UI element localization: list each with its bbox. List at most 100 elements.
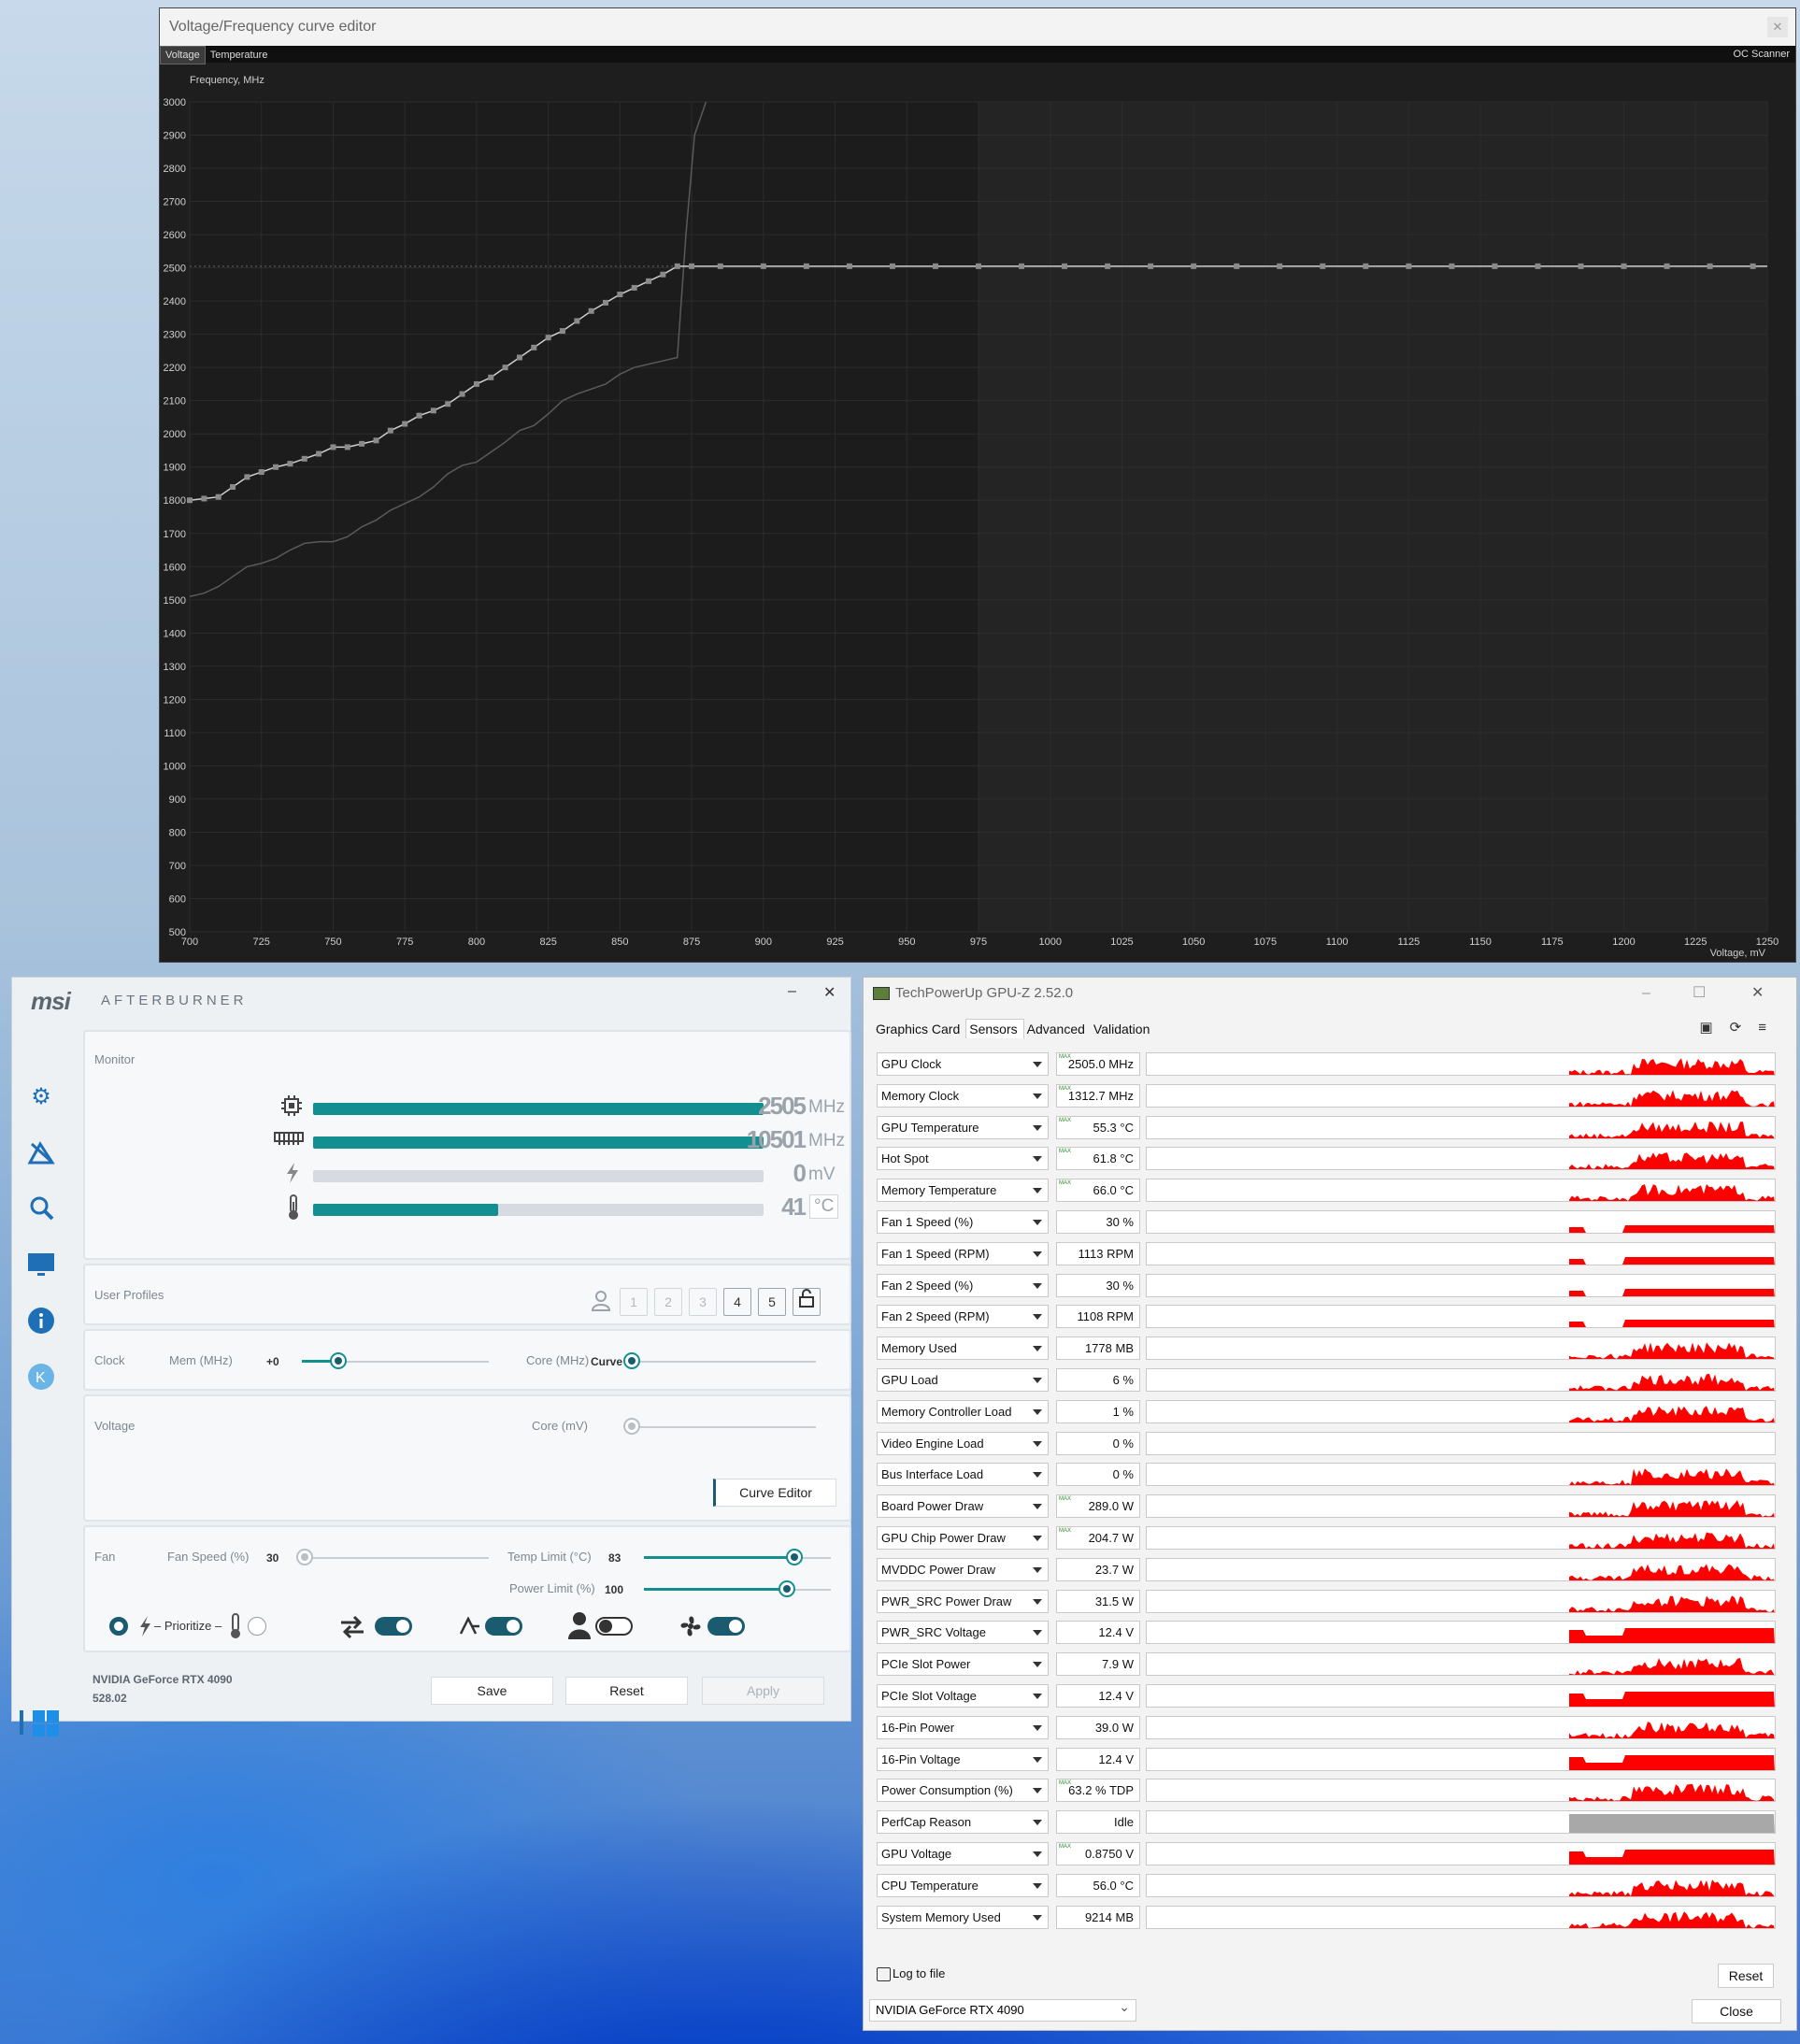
tab-temperature[interactable]: Temperature	[206, 47, 273, 64]
profile-slot-5[interactable]: 5	[758, 1288, 786, 1316]
temperature-unit-toggle[interactable]: °C	[809, 1194, 839, 1219]
vf-close-button[interactable]: ✕	[1767, 17, 1788, 37]
refresh-icon[interactable]: ⟳	[1730, 1020, 1759, 1036]
profile-slot-2[interactable]: 2	[654, 1288, 682, 1316]
device-select[interactable]: NVIDIA GeForce RTX 4090	[869, 1996, 1136, 2022]
max-badge: MAX	[1059, 1117, 1072, 1123]
reset-button[interactable]: Reset	[565, 1677, 688, 1705]
y-tick-label: 1300	[164, 662, 186, 673]
sensor-name-dropdown[interactable]: Memory Clock	[877, 1083, 1049, 1108]
sensor-value: 12.4 V	[1056, 1621, 1140, 1645]
sensor-name-dropdown[interactable]: Board Power Draw	[877, 1494, 1049, 1519]
gpuz-maximize-button[interactable]: ☐	[1693, 978, 1706, 1009]
oc-scanner-icon[interactable]	[26, 1138, 56, 1168]
sensor-name-dropdown[interactable]: GPU Voltage	[877, 1842, 1049, 1865]
monitor-icon[interactable]	[26, 1251, 56, 1280]
sensor-name-dropdown[interactable]: Hot Spot	[877, 1147, 1049, 1171]
prioritize-temp-radio[interactable]	[248, 1617, 266, 1636]
fan-toggle[interactable]	[707, 1617, 745, 1636]
gpuz-reset-button[interactable]: Reset	[1718, 1964, 1774, 1988]
sensor-sparkline	[1569, 1121, 1775, 1138]
mem-clock-slider[interactable]	[330, 1352, 347, 1369]
tab-voltage[interactable]: Voltage	[160, 46, 206, 64]
log-checkbox[interactable]	[877, 1967, 891, 1982]
sensor-value-text: 9214 MB	[1084, 1909, 1134, 1924]
power-limit-slider[interactable]	[779, 1580, 795, 1597]
sensor-name-dropdown[interactable]: System Memory Used	[877, 1905, 1049, 1929]
sensor-name-dropdown[interactable]: PWR_SRC Power Draw	[877, 1589, 1049, 1613]
sensor-value: MAX 66.0 °C	[1056, 1179, 1140, 1203]
x-tick-label: 750	[324, 936, 341, 948]
sensor-name-dropdown[interactable]: GPU Temperature	[877, 1115, 1049, 1139]
windows-start-icon[interactable]	[31, 1710, 61, 1740]
sensor-value-text: 1 %	[1112, 1404, 1134, 1419]
save-button[interactable]: Save	[431, 1677, 553, 1705]
gpuz-close-btn[interactable]: Close	[1692, 1999, 1781, 2023]
user-define-toggle[interactable]	[595, 1617, 633, 1636]
camera-icon[interactable]: ▣	[1699, 1020, 1729, 1036]
sensor-name-dropdown[interactable]: PerfCap Reason	[877, 1810, 1049, 1835]
gpuz-minimize-button[interactable]: –	[1642, 978, 1650, 1009]
sensor-sparkline	[1569, 1342, 1775, 1360]
sensor-name-dropdown[interactable]: 16-Pin Power	[877, 1715, 1049, 1739]
y-tick-label: 2700	[164, 197, 186, 208]
tab-validation[interactable]: Validation	[1091, 1020, 1155, 1038]
core-clock-slider[interactable]	[623, 1352, 640, 1369]
sensor-name-dropdown[interactable]: CPU Temperature	[877, 1873, 1049, 1897]
menu-icon[interactable]: ≡	[1758, 1020, 1783, 1036]
log-to-file[interactable]: Log to file	[877, 1966, 945, 1982]
sensor-name-dropdown[interactable]: GPU Chip Power Draw	[877, 1526, 1049, 1550]
profile-slot-1[interactable]: 1	[620, 1288, 648, 1316]
sensor-name-dropdown[interactable]: Memory Controller Load	[877, 1399, 1049, 1423]
sensor-name-dropdown[interactable]: PCIe Slot Voltage	[877, 1684, 1049, 1708]
minimize-button[interactable]: –	[788, 983, 796, 1000]
profile-slot-3[interactable]: 3	[689, 1288, 717, 1316]
sensor-graph	[1146, 1557, 1776, 1581]
gpuz-close-button[interactable]: ✕	[1751, 978, 1764, 1009]
sensor-graph	[1146, 1905, 1776, 1929]
sensor-row: MVDDC Power Draw 23.7 W	[877, 1556, 1778, 1582]
sensor-row: Fan 2 Speed (%) 30 %	[877, 1272, 1778, 1298]
k-skin-icon[interactable]: K	[26, 1363, 56, 1393]
sensor-name-dropdown[interactable]: GPU Load	[877, 1368, 1049, 1392]
sensor-name-dropdown[interactable]: Fan 1 Speed (%)	[877, 1210, 1049, 1234]
sensor-name-dropdown[interactable]: Power Consumption (%)	[877, 1779, 1049, 1803]
profile-slot-4[interactable]: 4	[723, 1288, 751, 1316]
sensor-name-dropdown[interactable]: PWR_SRC Voltage	[877, 1621, 1049, 1645]
sensor-name-dropdown[interactable]: Fan 2 Speed (RPM)	[877, 1305, 1049, 1329]
sensor-name-dropdown[interactable]: Video Engine Load	[877, 1431, 1049, 1455]
fan-speed-slider[interactable]	[296, 1549, 313, 1565]
tab-advanced[interactable]: Advanced	[1024, 1020, 1091, 1038]
apply-button[interactable]: Apply	[702, 1677, 824, 1705]
prioritize-power-radio[interactable]	[109, 1617, 128, 1636]
sensor-name-dropdown[interactable]: PCIe Slot Power	[877, 1652, 1049, 1677]
sensor-name-dropdown[interactable]: Fan 1 Speed (RPM)	[877, 1241, 1049, 1265]
sensor-value: 30 %	[1056, 1273, 1140, 1297]
sensor-name-dropdown[interactable]: 16-Pin Voltage	[877, 1747, 1049, 1771]
vf-curve-point	[187, 497, 193, 504]
vf-chart[interactable]: 700 725 750 775 800 825 850 875 900 925 950 975 1000…	[160, 63, 1797, 962]
tab-graphics-card[interactable]: Graphics Card	[873, 1020, 965, 1038]
sensor-name-dropdown[interactable]: Memory Temperature	[877, 1179, 1049, 1203]
tab-sensors[interactable]: Sensors	[965, 1019, 1024, 1038]
curve-editor-button[interactable]: Curve Editor	[713, 1479, 836, 1507]
sensor-row: Board Power Draw MAX 289.0 W	[877, 1493, 1778, 1519]
temp-limit-slider[interactable]	[786, 1549, 803, 1565]
oc-scanner-button[interactable]: OC Scanner	[1733, 46, 1790, 63]
settings-gear-icon[interactable]: ⚙	[26, 1082, 56, 1112]
sensor-name-dropdown[interactable]: Bus Interface Load	[877, 1463, 1049, 1487]
voltage-panel: Voltage Core (mV) Curve Editor	[83, 1394, 851, 1522]
core-voltage-slider[interactable]	[623, 1418, 640, 1435]
sensor-name-dropdown[interactable]: Fan 2 Speed (%)	[877, 1273, 1049, 1297]
sensor-sparkline-fill	[1569, 1225, 1775, 1233]
close-button[interactable]: ✕	[823, 983, 836, 1002]
sensor-name-dropdown[interactable]: MVDDC Power Draw	[877, 1557, 1049, 1581]
sensor-name-dropdown[interactable]: GPU Clock	[877, 1052, 1049, 1076]
profile-lock-icon[interactable]	[793, 1288, 821, 1316]
info-icon[interactable]	[26, 1307, 56, 1336]
link-toggle[interactable]	[375, 1617, 412, 1636]
y-tick-label: 900	[169, 794, 186, 806]
search-icon[interactable]	[26, 1194, 56, 1224]
sensor-name-dropdown[interactable]: Memory Used	[877, 1336, 1049, 1361]
auto-toggle[interactable]	[485, 1617, 522, 1636]
